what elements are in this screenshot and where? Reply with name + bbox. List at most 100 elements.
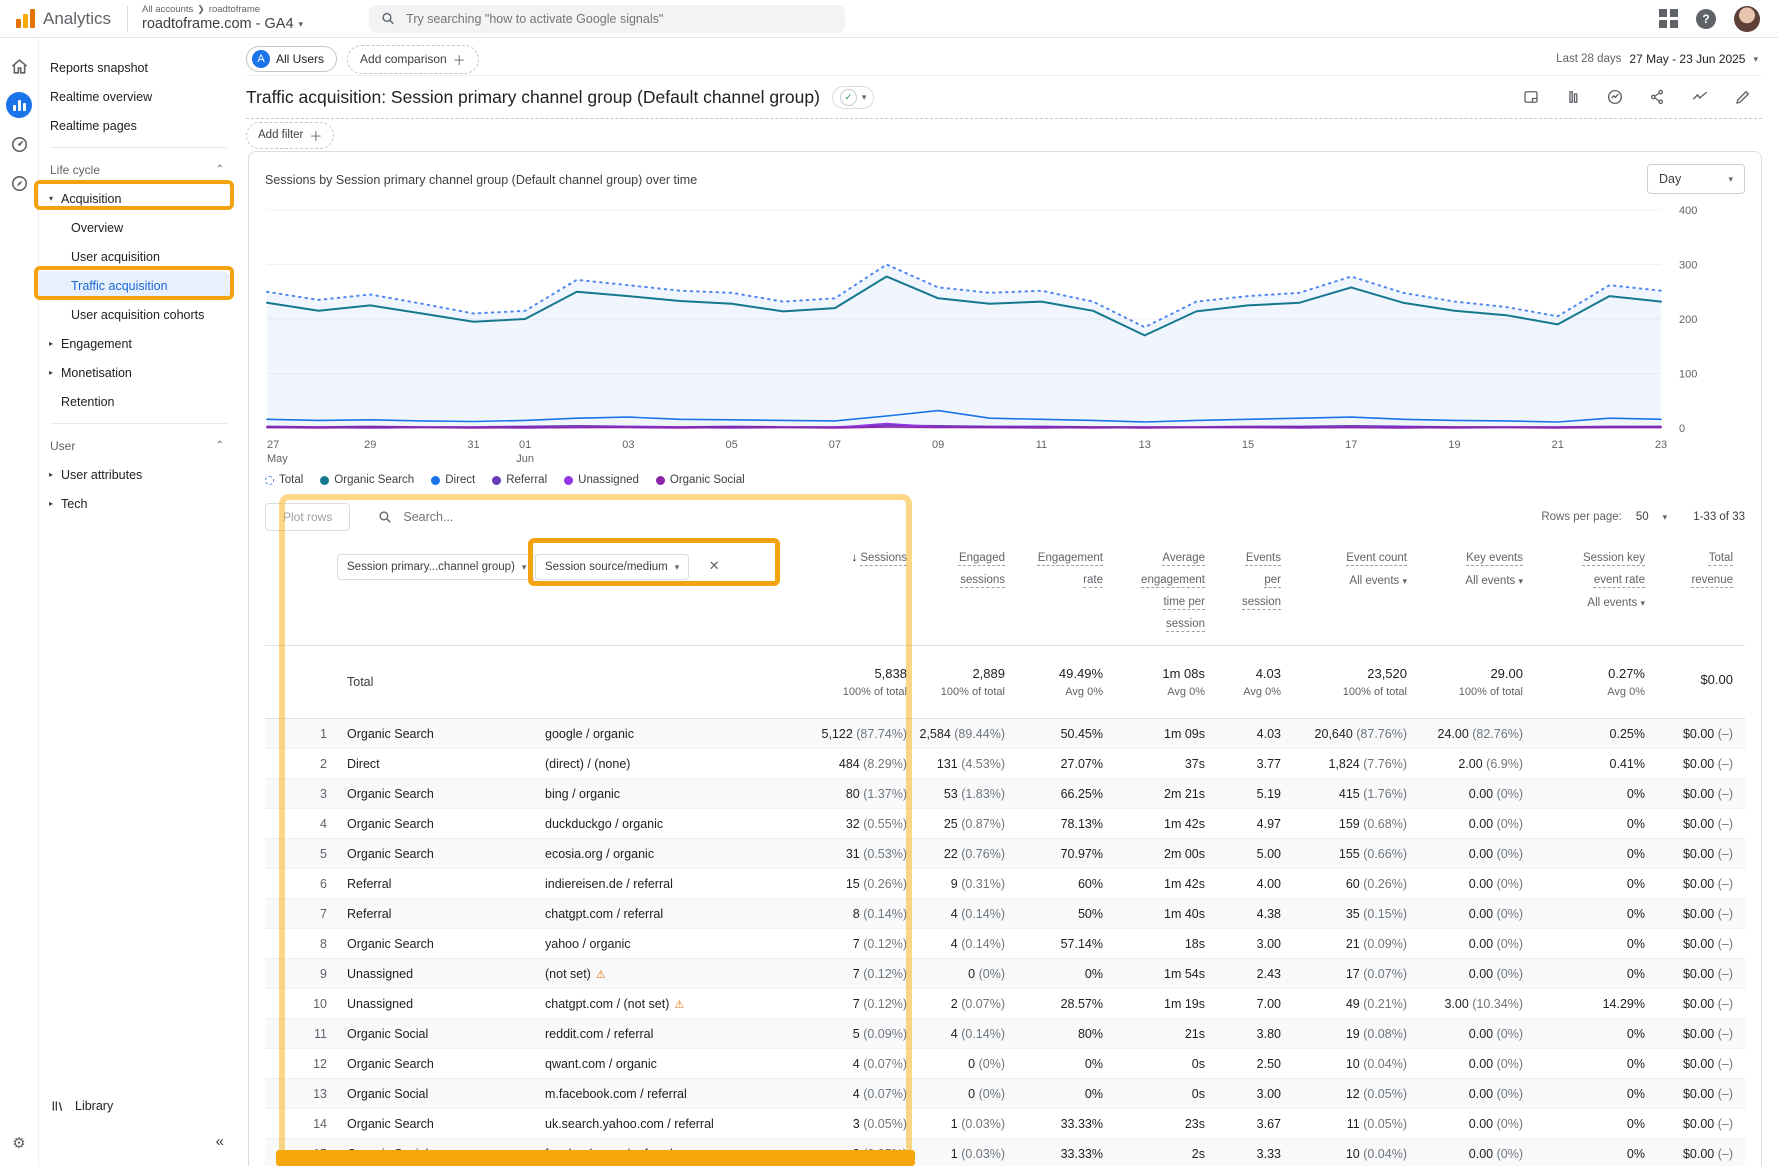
sidebar-item-acquisition[interactable]: ▾ Acquisition [38,184,240,213]
eng_rate-cell: 57.14% [1061,937,1103,951]
apps-grid-icon[interactable] [1659,9,1678,28]
collapse-arrow-icon[interactable]: ▸ [46,339,56,348]
help-icon[interactable]: ? [1696,9,1716,29]
sparkline-insights-icon[interactable] [1690,88,1710,106]
sidebar-item-user-acquisition-cohorts[interactable]: User acquisition cohorts [38,300,240,329]
sidebar-item-user-acquisition[interactable]: User acquisition [38,242,240,271]
sidebar-item-reports-snapshot[interactable]: Reports snapshot [38,53,240,82]
key_events-cell: 0.00 (0%) [1469,967,1523,981]
column-header-engagement-rate[interactable]: Engagement rate [1019,548,1103,592]
global-search-input[interactable] [404,11,833,27]
reports-icon[interactable] [6,92,32,118]
chart-compare-icon[interactable] [1564,88,1582,106]
column-header-engaged-sessions[interactable]: Engaged sessions [943,548,1005,592]
share-icon[interactable] [1648,88,1666,106]
event_count-cell: 1,824 (7.76%) [1328,757,1407,771]
sidebar-item-realtime-pages[interactable]: Realtime pages [38,111,240,140]
chevron-down-icon: ▾ [1728,174,1733,185]
gear-icon[interactable]: ⚙ [12,1134,25,1152]
section-life-cycle[interactable]: Life cycle ⌃ [38,155,240,184]
date-range-picker[interactable]: 27 May - 23 Jun 2025 [1629,52,1745,66]
row-number: 4 [265,817,337,831]
add-filter-chip[interactable]: Add filter ＋ [246,122,334,149]
sidebar-nav: Reports snapshot Realtime overview Realt… [38,37,240,1166]
sidebar-item-traffic-acquisition[interactable]: Traffic acquisition [38,271,234,300]
skr-cell: 0% [1627,1057,1645,1071]
expand-arrow-icon[interactable]: ▾ [46,194,56,203]
collapse-arrow-icon[interactable]: ▸ [46,470,56,479]
remove-dimension-icon[interactable]: ✕ [709,558,720,573]
insights-icon[interactable] [1606,88,1624,106]
engaged-cell: 9 (0.31%) [951,877,1005,891]
chevron-down-icon: ▾ [1640,598,1645,608]
legend-label: Referral [506,474,547,486]
section-user[interactable]: User ⌃ [38,431,240,460]
legend-label: Unassigned [578,474,639,486]
sidebar-item-monetisation[interactable]: ▸ Monetisation [38,358,240,387]
table-search[interactable] [378,509,625,525]
column-header-session-key-event-rate[interactable]: Session key event rate All events ▾ [1565,548,1645,609]
sidebar-item-library[interactable]: Library [50,1098,113,1114]
sidebar-item-label: Retention [61,395,115,409]
row-number: 11 [265,1027,337,1041]
property-name[interactable]: roadtoframe.com - GA4 [142,15,294,33]
all-events-filter[interactable]: All events ▾ [1346,575,1407,587]
home-icon[interactable] [6,53,32,79]
avg_time-cell: 1m 42s [1164,877,1205,891]
events-cell: 5.00 [1257,847,1281,861]
totals-avg-time: 1m 08sAvg 0% [1162,666,1205,698]
source-medium-cell: google / organic [535,727,795,741]
edit-icon[interactable] [1734,88,1752,106]
sidebar-item-label: User attributes [61,468,142,482]
all-events-filter[interactable]: All events ▾ [1465,575,1523,587]
rows-per-page-select[interactable]: 50 ▾ [1636,511,1667,523]
column-header-key-events[interactable]: Key events All events ▾ [1465,548,1523,587]
data-quality-pill[interactable]: ✓ ▾ [832,86,875,109]
global-search[interactable] [369,5,845,33]
breadcrumb-root[interactable]: All accounts [142,4,193,16]
row-number: 14 [265,1117,337,1131]
revenue-cell: $0.00 (–) [1683,907,1733,921]
column-header-events-per-session[interactable]: Events per session [1231,548,1281,614]
sidebar-item-realtime-overview[interactable]: Realtime overview [38,82,240,111]
rows-per-page-value: 50 [1636,511,1649,523]
breadcrumb-child[interactable]: roadtoframe [209,4,260,16]
collapse-arrow-icon[interactable]: ▸ [46,499,56,508]
table-search-input[interactable] [401,509,625,525]
secondary-dimension-select[interactable]: Session source/medium ▾ [535,554,689,580]
sidebar-item-overview[interactable]: Overview [38,213,240,242]
sidebar-item-tech[interactable]: ▸ Tech [38,489,240,518]
events-cell: 7.00 [1257,997,1281,1011]
sidebar-item-user-attributes[interactable]: ▸ User attributes [38,460,240,489]
column-header-event-count[interactable]: Event count All events ▾ [1346,548,1407,587]
channel-group-cell: Organic Search [337,1117,535,1131]
plot-rows-button[interactable]: Plot rows [265,503,350,531]
key_events-cell: 24.00 (82.76%) [1438,727,1524,741]
collapse-sidebar-icon[interactable]: « [216,1133,224,1150]
sidebar-item-retention[interactable]: Retention [38,387,240,416]
explore-icon[interactable] [6,170,32,196]
revenue-cell: $0.00 (–) [1683,967,1733,981]
chevron-right-icon: ❯ [197,4,205,15]
eng_rate-cell: 66.25% [1061,787,1103,801]
add-comparison-chip[interactable]: Add comparison ＋ [347,45,479,74]
collapse-arrow-icon[interactable]: ▸ [46,368,56,377]
feedback-card-icon[interactable] [1522,88,1540,106]
advertising-icon[interactable] [6,131,32,157]
table-totals-row: Total 5,838100% of total 2,889100% of to… [265,646,1745,719]
avatar[interactable] [1734,6,1760,32]
plus-icon: ＋ [309,126,322,145]
granularity-select[interactable]: Day ▾ [1647,164,1745,194]
account-switcher[interactable]: All accounts ❯ roadtoframe roadtoframe.c… [142,4,303,34]
column-header-avg-engagement-time[interactable]: Average engagement time per session [1123,548,1205,635]
primary-dimension-select[interactable]: Session primary...channel group) ▾ [337,554,536,580]
column-header-sessions[interactable]: ↓Sessions [852,548,907,570]
data-table: Session primary...channel group) ▾ Sessi… [265,538,1745,1166]
all-users-chip[interactable]: A All Users [246,46,337,72]
key_events-cell: 0.00 (0%) [1469,1147,1523,1161]
events-cell: 3.80 [1257,1027,1281,1041]
sidebar-item-engagement[interactable]: ▸ Engagement [38,329,240,358]
column-header-total-revenue[interactable]: Total revenue [1675,548,1733,592]
all-events-filter[interactable]: All events ▾ [1565,597,1645,609]
totals-session-key-event-rate: 0.27%Avg 0% [1607,666,1645,698]
